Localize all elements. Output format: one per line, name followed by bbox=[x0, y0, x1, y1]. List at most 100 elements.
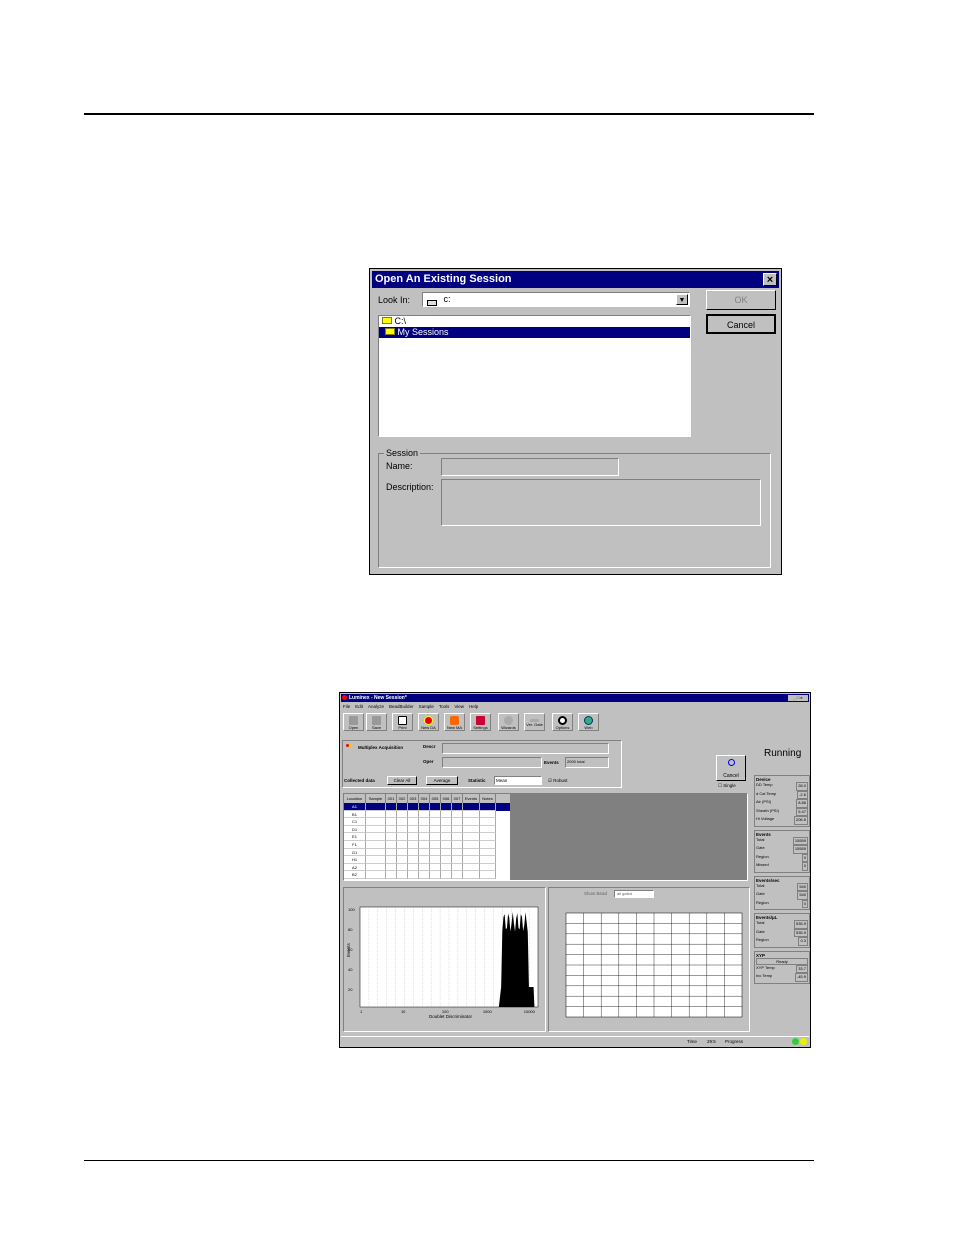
table-cell bbox=[408, 871, 419, 879]
table-row[interactable]: E1 bbox=[344, 833, 510, 841]
table-row[interactable]: A1 bbox=[344, 803, 510, 811]
stats-value: 0.3 bbox=[798, 937, 808, 946]
app-logo-icon bbox=[342, 695, 347, 700]
table-header-cell[interactable]: 007 bbox=[452, 794, 463, 803]
toolbar-options-button[interactable]: Options bbox=[552, 713, 573, 731]
robust-checkbox[interactable]: ☑ Robust bbox=[548, 778, 568, 784]
descr-field[interactable] bbox=[442, 743, 609, 754]
table-row[interactable]: D1 bbox=[344, 825, 510, 834]
table-header-cell[interactable]: 005 bbox=[430, 794, 441, 803]
tree-item-my-sessions[interactable]: My Sessions bbox=[379, 327, 690, 338]
toolbar-new-da-button[interactable]: New DA bbox=[418, 713, 439, 731]
table-cell bbox=[441, 810, 452, 819]
table-cell bbox=[419, 825, 430, 834]
cancel-acquisition-button[interactable]: Cancel bbox=[716, 755, 746, 781]
target-icon bbox=[728, 759, 735, 766]
folder-tree[interactable]: C:\ My Sessions bbox=[378, 315, 691, 437]
stats-label: Sheath (PSI) bbox=[756, 807, 779, 813]
table-cell bbox=[480, 833, 496, 841]
look-in-label: Look In: bbox=[378, 295, 411, 305]
menu-sample[interactable]: Sample bbox=[419, 704, 434, 709]
table-cell bbox=[430, 825, 441, 834]
table-cell bbox=[441, 856, 452, 864]
table-cell bbox=[419, 803, 430, 811]
toolbar-label: New DA bbox=[421, 725, 436, 730]
toolbar-new-ma-button[interactable]: New MA bbox=[444, 713, 465, 731]
stats-value: 540 bbox=[797, 882, 808, 891]
menu-beadbuilder[interactable]: BeadBuilder bbox=[389, 704, 414, 709]
table-cell bbox=[441, 825, 452, 834]
table-header-cell[interactable]: 006 bbox=[441, 794, 452, 803]
menu-file[interactable]: File bbox=[343, 704, 350, 709]
toolbar-print-button[interactable]: Print bbox=[392, 713, 413, 731]
table-cell bbox=[366, 833, 386, 841]
settings-icon bbox=[476, 716, 485, 725]
status-led-icon bbox=[792, 1038, 799, 1045]
table-cell: F1 bbox=[344, 840, 366, 849]
table-row[interactable]: C1 bbox=[344, 818, 510, 826]
table-header-cell[interactable]: 001 bbox=[386, 794, 397, 803]
table-header-cell[interactable]: Events bbox=[463, 794, 480, 803]
chevron-down-icon[interactable]: ▼ bbox=[676, 294, 688, 305]
menu-edit[interactable]: Edit bbox=[355, 704, 363, 709]
single-checkbox[interactable]: ☐ Single bbox=[718, 783, 736, 789]
table-header-cell[interactable]: 002 bbox=[397, 794, 408, 803]
description-field[interactable] bbox=[441, 479, 761, 526]
menu-tools[interactable]: Tools bbox=[439, 704, 450, 709]
toolbar-wizards-button[interactable]: Wizards bbox=[498, 713, 519, 731]
table-row[interactable]: G1 bbox=[344, 848, 510, 857]
toolbar-settings-button[interactable]: Settings bbox=[470, 713, 491, 731]
table-cell bbox=[419, 863, 430, 872]
name-field[interactable] bbox=[441, 458, 619, 476]
toolbar-save-button[interactable]: Save bbox=[366, 713, 387, 731]
events-field[interactable]: 2000 total bbox=[565, 757, 609, 768]
window-controls[interactable]: _ □ × bbox=[788, 695, 808, 701]
table-cell bbox=[397, 810, 408, 819]
cancel-button[interactable]: Cancel bbox=[706, 314, 776, 334]
stats-label: Region bbox=[756, 853, 769, 859]
menu-view[interactable]: View bbox=[454, 704, 464, 709]
table-row[interactable]: F1 bbox=[344, 840, 510, 849]
show-bead-select[interactable]: all gated bbox=[614, 890, 654, 898]
oper-field[interactable] bbox=[442, 757, 542, 768]
table-cell bbox=[366, 803, 386, 811]
average-button[interactable]: Average bbox=[426, 776, 458, 785]
open-session-dialog: Open An Existing Session × Look In: c: ▼… bbox=[369, 268, 782, 575]
table-header-cell[interactable]: Notes bbox=[480, 794, 496, 803]
tree-item-root[interactable]: C:\ bbox=[379, 316, 690, 327]
statistic-select[interactable]: Mean bbox=[494, 776, 542, 785]
stats-row: DD Temp 28.0 bbox=[756, 782, 808, 791]
oper-label: Oper bbox=[423, 759, 434, 764]
stats-row: Hi Voltage 206.5 bbox=[756, 816, 808, 825]
clear-all-button[interactable]: Clear All bbox=[387, 776, 417, 785]
toolbar-web-button[interactable]: Web bbox=[578, 713, 599, 731]
toolbar-open-button[interactable]: Open bbox=[343, 713, 364, 731]
table-cell bbox=[397, 848, 408, 857]
status-led-icon bbox=[800, 1038, 807, 1045]
look-in-select[interactable]: c: ▼ bbox=[422, 292, 690, 307]
table-cell bbox=[463, 833, 480, 841]
table-row[interactable]: B2 bbox=[344, 871, 510, 879]
table-cell bbox=[430, 810, 441, 819]
table-header-cell[interactable]: Sample bbox=[366, 794, 386, 803]
table-header-cell[interactable]: 003 bbox=[408, 794, 419, 803]
table-header-cell[interactable]: Location bbox=[344, 794, 366, 803]
table-row[interactable]: H1 bbox=[344, 856, 510, 864]
table-cell bbox=[441, 848, 452, 857]
close-icon[interactable]: × bbox=[763, 273, 777, 286]
events-label: Events bbox=[544, 760, 559, 765]
table-row[interactable]: A2 bbox=[344, 863, 510, 872]
table-cell bbox=[441, 840, 452, 849]
table-cell bbox=[480, 818, 496, 826]
xyp-status: Ready bbox=[756, 957, 808, 965]
toolbar-ver-gate-button[interactable]: Ver. Gate bbox=[524, 713, 545, 731]
table-cell bbox=[480, 848, 496, 857]
table-header-cell[interactable]: 004 bbox=[419, 794, 430, 803]
y-tick-label: 80 bbox=[348, 927, 353, 932]
menu-help[interactable]: Help bbox=[469, 704, 478, 709]
table-row[interactable]: B1 bbox=[344, 810, 510, 819]
ok-button[interactable]: OK bbox=[706, 290, 776, 310]
menu-analyze[interactable]: Analyze bbox=[368, 704, 384, 709]
table-cell bbox=[366, 848, 386, 857]
results-grid[interactable]: Location Sample 001 002 003 004 005 006 007 Event… bbox=[344, 794, 510, 880]
